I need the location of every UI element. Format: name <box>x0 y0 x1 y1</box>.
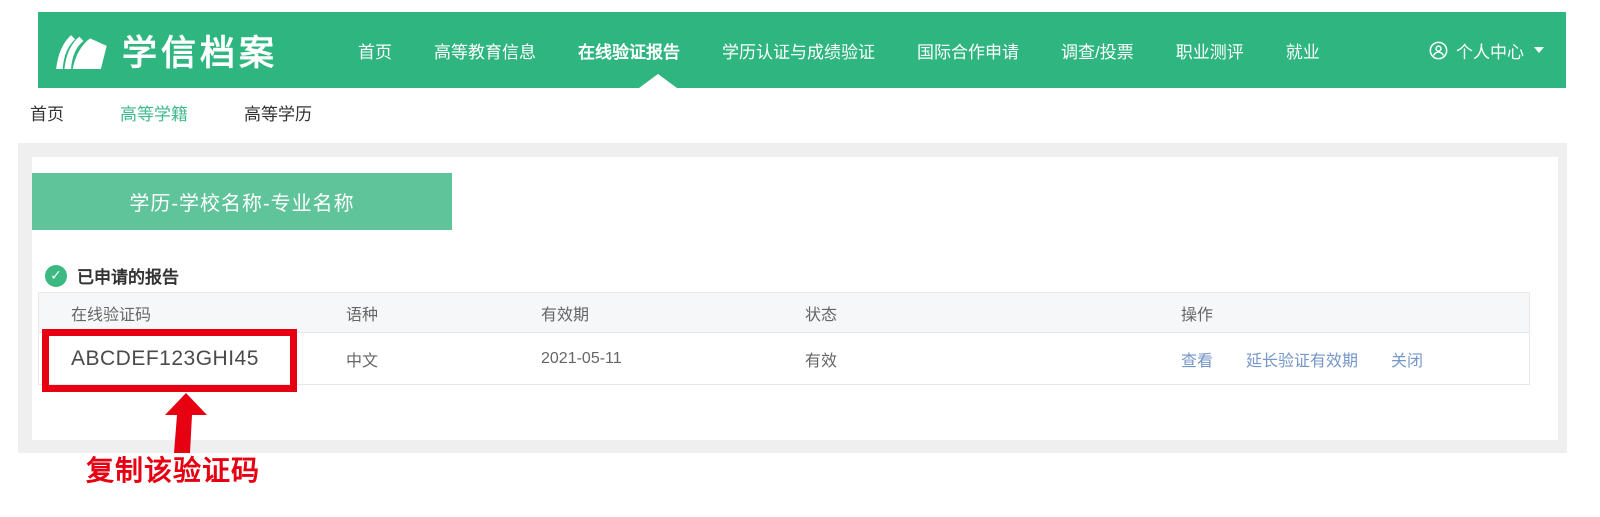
check-circle-icon: ✓ <box>45 265 67 287</box>
nav-item-employment[interactable]: 就业 <box>1286 38 1320 63</box>
row-actions: 查看 延长验证有效期 关闭 <box>1181 347 1529 371</box>
top-navbar: 学信档案 首页 高等教育信息 在线验证报告 学历认证与成绩验证 国际合作申请 调… <box>38 12 1566 88</box>
col-header-actions: 操作 <box>1181 301 1529 325</box>
secondary-nav: 首页 高等学籍 高等学历 <box>30 100 312 125</box>
account-menu[interactable]: 个人中心 <box>1429 38 1544 63</box>
applied-reports-label: 已申请的报告 <box>77 263 179 288</box>
table-header-row: 在线验证码 语种 有效期 状态 操作 <box>39 293 1529 333</box>
nav-item-career-assessment[interactable]: 职业测评 <box>1176 38 1244 63</box>
account-menu-label: 个人中心 <box>1456 38 1524 63</box>
annotation-arrow-up-icon <box>165 393 209 453</box>
col-header-verification-code: 在线验证码 <box>39 301 346 325</box>
col-header-valid-until: 有效期 <box>541 301 805 325</box>
nav-item-international-cooperation[interactable]: 国际合作申请 <box>917 38 1019 63</box>
subnav-item-home[interactable]: 首页 <box>30 100 64 125</box>
close-report-link[interactable]: 关闭 <box>1391 347 1423 371</box>
page: 学信档案 首页 高等教育信息 在线验证报告 学历认证与成绩验证 国际合作申请 调… <box>0 0 1600 517</box>
nav-item-home[interactable]: 首页 <box>358 38 392 63</box>
user-avatar-icon <box>1429 41 1448 60</box>
nav-item-higher-education-info[interactable]: 高等教育信息 <box>434 38 536 63</box>
top-nav-menu: 首页 高等教育信息 在线验证报告 学历认证与成绩验证 国际合作申请 调查/投票 … <box>358 38 1320 63</box>
status-value: 有效 <box>805 347 1181 371</box>
annotation-copy-code-label: 复制该验证码 <box>86 449 260 489</box>
nav-item-credential-authentication[interactable]: 学历认证与成绩验证 <box>722 38 875 63</box>
chevron-down-icon <box>1534 47 1544 53</box>
site-logo-text: 学信档案 <box>122 25 278 76</box>
col-header-language: 语种 <box>346 301 541 325</box>
nav-item-online-verification-report[interactable]: 在线验证报告 <box>578 38 680 63</box>
degree-banner: 学历-学校名称-专业名称 <box>32 173 452 230</box>
language-value: 中文 <box>346 347 541 371</box>
site-logo[interactable]: 学信档案 <box>52 25 278 76</box>
degree-banner-title: 学历-学校名称-专业名称 <box>129 187 354 216</box>
subnav-item-higher-enrollment[interactable]: 高等学籍 <box>120 100 188 125</box>
col-header-status: 状态 <box>805 301 1181 325</box>
subnav-item-higher-degree[interactable]: 高等学历 <box>244 100 312 125</box>
applied-reports-section-title: ✓ 已申请的报告 <box>45 263 179 288</box>
extend-validity-link[interactable]: 延长验证有效期 <box>1246 347 1358 371</box>
stacked-pages-logo-icon <box>52 26 110 74</box>
nav-item-survey-vote[interactable]: 调查/投票 <box>1061 38 1134 63</box>
view-report-link[interactable]: 查看 <box>1181 347 1213 371</box>
active-tab-notch <box>639 74 677 88</box>
annotation-highlight-box <box>42 329 297 392</box>
valid-until-value: 2021-05-11 <box>541 350 805 368</box>
